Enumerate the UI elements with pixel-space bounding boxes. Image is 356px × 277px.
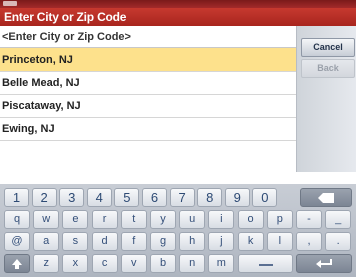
page-title: Enter City or Zip Code: [0, 8, 356, 26]
key-c[interactable]: c: [91, 254, 118, 273]
shift-icon: [12, 259, 22, 269]
results-panel: <Enter City or Zip Code> Princeton, NJ B…: [0, 26, 296, 172]
key-5[interactable]: 5: [114, 188, 140, 207]
key-f[interactable]: f: [120, 232, 147, 251]
key-underscore[interactable]: _: [325, 210, 352, 229]
key-period[interactable]: .: [325, 232, 352, 251]
backspace-icon: [318, 193, 334, 203]
key-t[interactable]: t: [120, 210, 147, 229]
key-h[interactable]: h: [179, 232, 206, 251]
key-q[interactable]: q: [4, 210, 30, 229]
cancel-button[interactable]: Cancel: [301, 38, 355, 57]
shift-key[interactable]: [4, 254, 30, 273]
key-k[interactable]: k: [237, 232, 264, 251]
key-a[interactable]: a: [33, 232, 60, 251]
result-item-princeton[interactable]: Princeton, NJ: [0, 48, 296, 72]
key-d[interactable]: d: [91, 232, 118, 251]
key-1[interactable]: 1: [4, 188, 29, 207]
key-o[interactable]: o: [237, 210, 264, 229]
key-g[interactable]: g: [150, 232, 176, 251]
key-m[interactable]: m: [208, 254, 235, 273]
key-i[interactable]: i: [208, 210, 235, 229]
space-icon: [258, 264, 273, 266]
side-panel: Cancel Back: [296, 26, 356, 172]
key-w[interactable]: w: [33, 210, 60, 229]
key-6[interactable]: 6: [142, 188, 167, 207]
result-item-belle-mead[interactable]: Belle Mead, NJ: [0, 72, 296, 95]
key-x[interactable]: x: [62, 254, 89, 273]
key-4[interactable]: 4: [86, 188, 112, 207]
key-2[interactable]: 2: [31, 188, 57, 207]
key-y[interactable]: y: [150, 210, 176, 229]
status-bar: [0, 0, 356, 8]
backspace-key[interactable]: [300, 188, 352, 207]
result-item-ewing[interactable]: Ewing, NJ: [0, 118, 296, 141]
key-at[interactable]: @: [4, 232, 30, 251]
key-l[interactable]: l: [266, 232, 293, 251]
key-7[interactable]: 7: [169, 188, 195, 207]
city-zip-input[interactable]: <Enter City or Zip Code>: [0, 26, 296, 48]
key-8[interactable]: 8: [197, 188, 223, 207]
space-key[interactable]: [238, 254, 293, 273]
key-3[interactable]: 3: [59, 188, 85, 207]
key-0[interactable]: 0: [252, 188, 278, 207]
keyboard: 1 2 3 4 5 6 7 8 9 0 q w e r t y u i o p - _ @ a s d f g h j k l,. z x c v b n…: [0, 184, 356, 277]
key-e[interactable]: e: [62, 210, 89, 229]
key-j[interactable]: j: [208, 232, 235, 251]
key-p[interactable]: p: [266, 210, 293, 229]
key-comma[interactable]: ,: [296, 232, 322, 251]
key-r[interactable]: r: [91, 210, 118, 229]
result-item-piscataway[interactable]: Piscataway, NJ: [0, 95, 296, 118]
status-indicator-icon: [3, 1, 17, 6]
key-9[interactable]: 9: [224, 188, 250, 207]
key-s[interactable]: s: [62, 232, 89, 251]
key-v[interactable]: v: [120, 254, 147, 273]
enter-icon: [316, 259, 332, 268]
back-button[interactable]: Back: [301, 59, 355, 78]
enter-key[interactable]: [296, 254, 352, 273]
key-u[interactable]: u: [179, 210, 206, 229]
key-b[interactable]: b: [150, 254, 176, 273]
key-dash[interactable]: -: [296, 210, 322, 229]
key-n[interactable]: n: [179, 254, 206, 273]
key-z[interactable]: z: [33, 254, 60, 273]
